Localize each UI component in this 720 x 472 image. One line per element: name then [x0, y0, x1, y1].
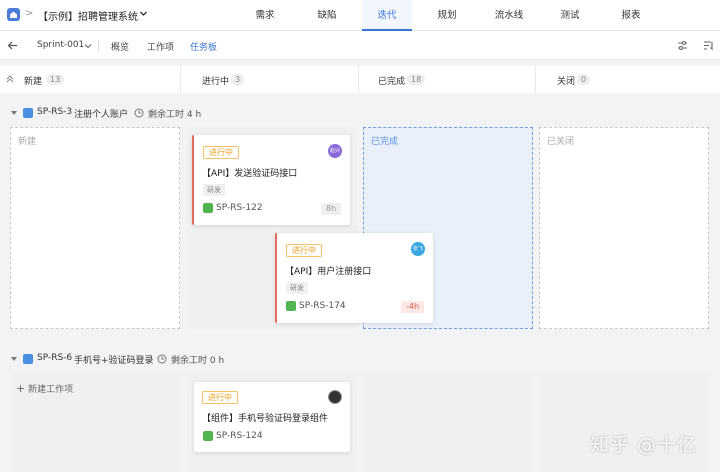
lane-new[interactable]: 新建 [10, 127, 180, 329]
card-id[interactable]: SP-RS-124 [216, 431, 263, 441]
new-work-item-button[interactable]: + 新建工作项 [16, 382, 73, 395]
avatar[interactable]: 张飞 [411, 242, 425, 256]
card-title[interactable]: 【API】发送验证码接口 [202, 166, 297, 179]
card-title[interactable]: 【API】用户注册接口 [285, 264, 371, 277]
story-group-header[interactable]: SP-RS-3 注册个人账户 剩余工时 4 h [0, 102, 720, 124]
lane-label: 已完成 [371, 137, 399, 147]
tab-testing[interactable]: 测试 [545, 0, 595, 31]
filter-settings-icon[interactable] [677, 40, 688, 51]
home-icon[interactable] [7, 8, 20, 21]
lane-label: 新建 [18, 137, 37, 147]
tab-work-items[interactable]: 工作项 [147, 40, 174, 53]
hours-badge: -4h [401, 301, 425, 313]
tab-overview[interactable]: 概览 [111, 40, 129, 53]
story-name[interactable]: 手机号+验证码登录 [74, 353, 154, 366]
column-label: 已完成 [378, 77, 406, 87]
plus-icon: + [16, 382, 26, 395]
column-label: 新建 [24, 77, 43, 87]
story-name[interactable]: 注册个人账户 [74, 107, 128, 120]
status-badge[interactable]: 进行中 [202, 391, 238, 404]
column-header-new: 新建 13 [0, 66, 181, 93]
card-tag: 研发 [203, 184, 225, 196]
task-type-icon [203, 431, 213, 441]
story-id[interactable]: SP-RS-3 [37, 107, 72, 117]
chevron-right-icon: > [25, 8, 34, 19]
tab-defects[interactable]: 缺陷 [302, 0, 352, 31]
chevron-down-icon[interactable] [139, 9, 148, 18]
status-badge[interactable]: 进行中 [203, 146, 239, 159]
sort-icon[interactable] [703, 40, 714, 51]
status-badge[interactable]: 进行中 [286, 244, 322, 257]
card-id[interactable]: SP-RS-174 [299, 301, 346, 311]
column-count: 13 [46, 74, 65, 85]
lane-label: 已关闭 [547, 137, 575, 147]
column-header-done: 已完成 18 [359, 66, 536, 93]
sprint-toolbar: Sprint-001 概览 工作项 任务板 [0, 31, 720, 60]
sprint-selector[interactable]: Sprint-001 [37, 40, 84, 50]
clock-icon [157, 354, 167, 364]
board-column-headers: 新建 13 进行中 3 已完成 18 关闭 0 [0, 66, 720, 93]
column-label: 关闭 [557, 77, 576, 87]
tab-requirements[interactable]: 需求 [240, 0, 290, 31]
task-card[interactable]: 进行中 赵兴 【API】发送验证码接口 研发 SP-RS-122 8h [192, 135, 350, 225]
story-icon [23, 108, 33, 118]
task-type-icon [286, 301, 296, 311]
lane-closed[interactable]: 已关闭 [539, 127, 709, 329]
lane-done[interactable] [363, 372, 533, 472]
caret-down-icon[interactable] [11, 110, 17, 116]
tab-reports[interactable]: 报表 [606, 0, 656, 31]
top-navigation-bar: > 【示例】招聘管理系统 需求 缺陷 迭代 规划 流水线 测试 报表 [0, 0, 720, 31]
task-card[interactable]: 进行中 【组件】手机号验证码登录组件 SP-RS-124 [194, 382, 350, 452]
tab-pipeline[interactable]: 流水线 [484, 0, 534, 31]
new-work-item-label: 新建工作项 [28, 385, 74, 395]
hours-badge: 8h [321, 203, 342, 215]
tab-task-board[interactable]: 任务板 [190, 40, 217, 53]
chevron-down-icon[interactable] [84, 42, 92, 50]
avatar[interactable]: 赵兴 [328, 144, 342, 158]
column-count: 3 [231, 74, 245, 85]
watermark: 知乎 @十亿 [590, 434, 698, 456]
story-icon [23, 354, 33, 364]
remaining-hours: 剩余工时 4 h [148, 110, 202, 120]
tab-iterations[interactable]: 迭代 [362, 0, 412, 31]
remaining-hours: 剩余工时 0 h [171, 356, 225, 366]
story-group-header[interactable]: SP-RS-6 手机号+验证码登录 剩余工时 0 h [0, 348, 720, 370]
caret-down-icon[interactable] [11, 356, 17, 362]
task-card[interactable]: 进行中 张飞 【API】用户注册接口 研发 SP-RS-174 -4h [275, 233, 433, 323]
card-title[interactable]: 【组件】手机号验证码登录组件 [202, 411, 328, 424]
divider [98, 40, 99, 51]
avatar[interactable] [328, 390, 342, 404]
back-arrow-icon[interactable] [7, 40, 18, 51]
column-label: 进行中 [202, 77, 230, 87]
column-count: 0 [577, 74, 591, 85]
column-header-closed: 关闭 0 [536, 66, 720, 93]
clock-icon [134, 108, 144, 118]
card-id[interactable]: SP-RS-122 [216, 203, 263, 213]
lane-closed[interactable] [539, 372, 709, 472]
tab-planning[interactable]: 规划 [422, 0, 472, 31]
card-tag: 研发 [286, 282, 308, 294]
column-header-in-progress: 进行中 3 [181, 66, 359, 93]
task-type-icon [203, 203, 213, 213]
column-count: 18 [407, 74, 426, 85]
story-id[interactable]: SP-RS-6 [37, 353, 72, 363]
project-title[interactable]: 【示例】招聘管理系统 [38, 8, 138, 23]
